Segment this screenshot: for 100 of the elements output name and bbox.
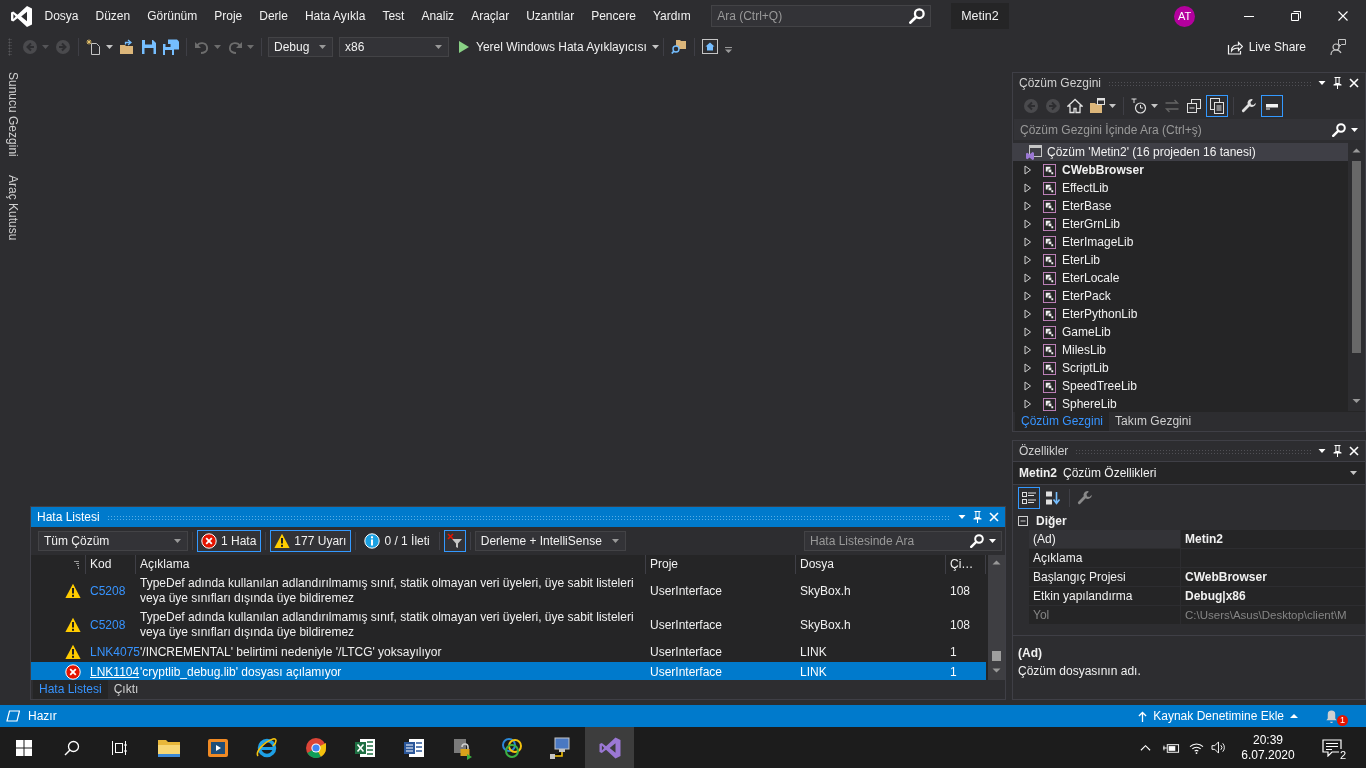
expand-arrow-icon[interactable] bbox=[1024, 381, 1032, 391]
platform-dropdown[interactable]: x86 bbox=[339, 37, 449, 57]
project-name[interactable]: EffectLib bbox=[1062, 181, 1109, 195]
rings-icon[interactable] bbox=[499, 735, 524, 760]
vertical-scrollbar[interactable] bbox=[1348, 143, 1365, 411]
error-code-link[interactable]: LNK4075 bbox=[90, 644, 141, 659]
expand-arrow-icon[interactable] bbox=[1024, 363, 1032, 373]
source-dropdown[interactable]: Derleme + IntelliSense bbox=[474, 531, 626, 551]
collapse-all-icon[interactable] bbox=[1186, 98, 1202, 114]
project-name[interactable]: EterPythonLib bbox=[1062, 307, 1138, 321]
caret-icon[interactable] bbox=[1318, 81, 1326, 85]
property-value[interactable]: CWebBrowser bbox=[1181, 568, 1365, 587]
expand-arrow-icon[interactable] bbox=[1024, 201, 1032, 211]
close-icon[interactable] bbox=[1349, 446, 1359, 456]
expand-arrow-icon[interactable] bbox=[1024, 309, 1032, 319]
property-name[interactable]: Başlangıç Projesi bbox=[1029, 568, 1181, 587]
vertical-scrollbar[interactable] bbox=[988, 555, 1005, 680]
menu-item[interactable]: Düzen bbox=[87, 6, 139, 26]
selected-row[interactable]: Çözüm 'Metin2' (16 projeden 16 tanesi) bbox=[1013, 143, 1348, 161]
project-name[interactable]: EterBase bbox=[1062, 199, 1112, 213]
warning-filter-button[interactable]: 177 Uyarı bbox=[270, 530, 352, 552]
account-avatar[interactable]: AT bbox=[1174, 5, 1195, 27]
panel-tab[interactable]: Çözüm Gezgini bbox=[1015, 412, 1110, 431]
project-name[interactable]: SpeedTreeLib bbox=[1062, 379, 1137, 393]
expand-arrow-icon[interactable] bbox=[1024, 327, 1032, 337]
network-computer-icon[interactable] bbox=[548, 735, 573, 760]
menu-item[interactable]: Araçlar bbox=[462, 6, 518, 26]
chevron-up-icon[interactable] bbox=[1140, 744, 1151, 751]
search-field[interactable]: Çözüm Gezgini İçinde Ara (Ctrl+ş) bbox=[1014, 119, 1364, 140]
close-icon[interactable] bbox=[1337, 11, 1348, 21]
column-header[interactable]: Dosya bbox=[796, 555, 946, 574]
undo-icon[interactable] bbox=[194, 39, 210, 55]
clock-time[interactable]: 20:39 bbox=[1253, 732, 1283, 748]
project-name[interactable]: EterLocale bbox=[1062, 271, 1120, 285]
side-tab[interactable]: Sunucu Gezgini bbox=[6, 70, 20, 159]
task-view-icon[interactable] bbox=[112, 739, 128, 756]
search-icon[interactable] bbox=[970, 534, 984, 548]
project-name[interactable]: ScriptLib bbox=[1062, 361, 1109, 375]
caret-icon[interactable] bbox=[106, 45, 113, 49]
folder-search-icon[interactable] bbox=[670, 39, 687, 55]
error-filter-button[interactable]: 1 Hata bbox=[197, 530, 262, 552]
menu-item[interactable]: Proje bbox=[205, 6, 251, 26]
expand-arrow-icon[interactable] bbox=[1024, 237, 1032, 247]
panel-tab[interactable]: Çıktı bbox=[107, 680, 145, 699]
live-share-button[interactable]: Live Share bbox=[1226, 36, 1306, 58]
search-field[interactable]: Ara (Ctrl+Q) bbox=[711, 5, 932, 27]
project-name[interactable]: MilesLib bbox=[1062, 343, 1106, 357]
search-icon[interactable] bbox=[909, 8, 926, 24]
active-taskbar-app[interactable] bbox=[585, 727, 634, 768]
history-icon[interactable] bbox=[1131, 98, 1147, 114]
menu-item[interactable]: Uzantılar bbox=[517, 6, 583, 26]
caret-icon[interactable] bbox=[1351, 127, 1358, 132]
save-icon[interactable] bbox=[141, 39, 157, 55]
open-folder-icon[interactable] bbox=[119, 39, 135, 55]
switch-views-icon[interactable] bbox=[1089, 98, 1105, 114]
bell-icon[interactable] bbox=[1324, 708, 1339, 724]
expand-arrow-icon[interactable] bbox=[1024, 291, 1032, 301]
windows-logo-icon[interactable] bbox=[16, 739, 32, 756]
expand-arrow-icon[interactable] bbox=[1024, 345, 1032, 355]
start-debugging-button[interactable]: Yerel Windows Hata Ayıklayıcısı bbox=[459, 36, 659, 58]
clock-date[interactable]: 6.07.2020 bbox=[1241, 747, 1295, 763]
battery-icon[interactable] bbox=[1163, 741, 1180, 754]
column-header[interactable]: Proje bbox=[646, 555, 796, 574]
menu-item[interactable]: Derle bbox=[250, 6, 297, 26]
pin-icon[interactable] bbox=[1333, 445, 1342, 457]
restore-icon[interactable] bbox=[1290, 11, 1301, 21]
pin-icon[interactable] bbox=[1333, 77, 1342, 89]
message-icon[interactable] bbox=[1322, 738, 1342, 757]
menu-item[interactable]: Analiz bbox=[412, 6, 463, 26]
expand-arrow-icon[interactable] bbox=[1024, 165, 1032, 175]
property-name[interactable]: Yol bbox=[1029, 606, 1181, 625]
error-code-link[interactable]: LNK1104 bbox=[90, 664, 140, 679]
column-options-icon[interactable] bbox=[74, 560, 79, 569]
error-code-link[interactable]: C5208 bbox=[90, 583, 126, 598]
expand-arrow-icon[interactable] bbox=[1024, 219, 1032, 229]
wifi-icon[interactable] bbox=[1189, 741, 1204, 754]
project-name[interactable]: EterImageLib bbox=[1062, 235, 1134, 249]
property-name[interactable]: Açıklama bbox=[1029, 549, 1181, 568]
toggle-button[interactable] bbox=[1018, 487, 1040, 509]
property-name[interactable]: Etkin yapılandırma bbox=[1029, 587, 1181, 606]
source-control-button[interactable]: Kaynak Denetimine Ekle bbox=[1138, 709, 1298, 723]
property-value[interactable]: C:\Users\Asus\Desktop\client\M bbox=[1181, 606, 1365, 625]
new-file-icon[interactable] bbox=[86, 39, 102, 55]
save-all-icon[interactable] bbox=[163, 39, 179, 55]
expand-arrow-icon[interactable] bbox=[1024, 183, 1032, 193]
property-value[interactable]: Metin2 bbox=[1181, 530, 1365, 549]
project-name[interactable]: GameLib bbox=[1062, 325, 1111, 339]
property-name[interactable]: (Ad) bbox=[1029, 530, 1181, 549]
menu-item[interactable]: Hata Ayıkla bbox=[296, 6, 374, 26]
search-icon[interactable] bbox=[64, 739, 80, 756]
volume-icon[interactable] bbox=[1211, 741, 1226, 754]
project-name[interactable]: EterPack bbox=[1062, 289, 1111, 303]
expand-arrow-icon[interactable] bbox=[1024, 399, 1032, 409]
browser-icon[interactable] bbox=[254, 735, 279, 760]
message-filter-button[interactable]: 0 / 1 İleti bbox=[360, 530, 435, 552]
panel-tab[interactable]: Hata Listesi bbox=[33, 680, 108, 699]
toggle-button[interactable] bbox=[1206, 95, 1228, 117]
side-tab[interactable]: Araç Kutusu bbox=[6, 172, 20, 243]
menu-item[interactable]: Görünüm bbox=[138, 6, 206, 26]
selected-row[interactable]: LNK1104'cryptlib_debug.lib' dosyası açılamıyor UserInterface LINK 1 bbox=[31, 662, 986, 682]
